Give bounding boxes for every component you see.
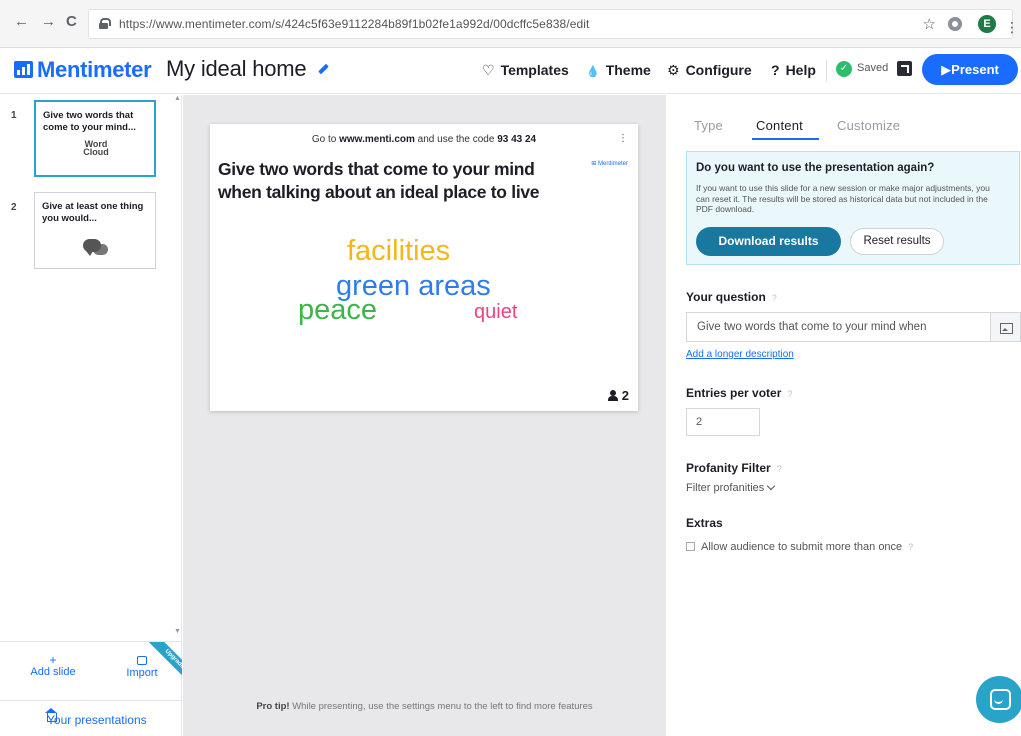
download-results-button[interactable]: Download results bbox=[696, 227, 841, 256]
lightbulb-icon: ♡ bbox=[482, 62, 495, 78]
word-cloud-icon: Word Cloud bbox=[83, 139, 109, 157]
mentimeter-logo-icon bbox=[14, 61, 33, 78]
header-divider bbox=[826, 60, 827, 82]
slides-sidebar: 1 Give two words that come to your mind.… bbox=[0, 95, 182, 736]
templates-button[interactable]: ♡ Templates bbox=[482, 60, 569, 80]
slide-number: 2 bbox=[11, 202, 17, 213]
slide-thumbnail-2[interactable]: 2 Give at least one thing you would... bbox=[0, 187, 170, 281]
chevron-down-icon bbox=[767, 481, 776, 491]
lock-icon bbox=[99, 18, 111, 29]
pro-tip: Pro tip! While presenting, use the setti… bbox=[256, 701, 593, 712]
allow-multiple-submissions-option[interactable]: Allow audience to submit more than once? bbox=[686, 541, 913, 553]
extension-icon[interactable] bbox=[948, 17, 962, 31]
help-icon[interactable]: ? bbox=[908, 542, 913, 552]
entries-per-voter-label: Entries per voter? bbox=[686, 386, 793, 400]
reload-button[interactable]: C bbox=[66, 14, 77, 30]
saved-status: Saved bbox=[857, 62, 889, 74]
slide-number: 1 bbox=[11, 110, 17, 121]
upgrade-ribbon[interactable]: Upgrade bbox=[140, 642, 182, 684]
bookmark-star-icon[interactable]: ☆ bbox=[923, 15, 936, 33]
extras-label: Extras bbox=[686, 516, 723, 530]
slide-menu-icon[interactable]: ⋮ bbox=[618, 133, 628, 144]
chat-bubbles-icon bbox=[83, 239, 101, 256]
tab-customize[interactable]: Customize bbox=[837, 118, 900, 133]
forward-button[interactable]: → bbox=[41, 14, 56, 30]
tab-type[interactable]: Type bbox=[694, 118, 723, 133]
present-button[interactable]: ▶Present bbox=[922, 54, 1018, 85]
image-upload-icon[interactable] bbox=[991, 312, 1021, 342]
help-icon[interactable]: ? bbox=[777, 464, 782, 474]
reuse-description: If you want to use this slide for a new … bbox=[696, 183, 990, 214]
saved-check-icon: ✓ bbox=[836, 61, 852, 77]
word-cloud-word: green areas bbox=[336, 270, 491, 302]
browser-toolbar: ← → C https://www.mentimeter.com/s/424c5… bbox=[0, 0, 1021, 48]
slide-question: Give two words that come to your mind wh… bbox=[218, 159, 540, 202]
voter-count: 2 bbox=[607, 388, 629, 403]
checkbox[interactable] bbox=[686, 542, 695, 551]
app-header: Mentimeter My ideal home ♡ Templates 💧 The… bbox=[0, 48, 1021, 94]
reset-results-button[interactable]: Reset results bbox=[850, 228, 944, 255]
url-text: https://www.mentimeter.com/s/424c5f63e91… bbox=[119, 17, 590, 31]
edit-pencil-icon[interactable] bbox=[318, 63, 329, 75]
fullscreen-icon[interactable] bbox=[897, 61, 912, 76]
brand-logo[interactable]: Mentimeter bbox=[37, 57, 152, 83]
your-presentations-link[interactable]: Your presentations bbox=[0, 700, 182, 736]
reuse-presentation-box: Do you want to use the presentation agai… bbox=[686, 151, 1020, 265]
tab-content[interactable]: Content bbox=[756, 118, 803, 133]
help-icon[interactable]: ? bbox=[772, 293, 777, 303]
gear-icon: ⚙ bbox=[667, 62, 680, 78]
slide-thumb[interactable]: Give at least one thing you would... bbox=[34, 192, 156, 269]
help-button[interactable]: ? Help bbox=[771, 60, 816, 80]
address-bar[interactable]: https://www.mentimeter.com/s/424c5f63e91… bbox=[88, 9, 1013, 39]
slide-thumb-title: Give two words that come to your mind... bbox=[43, 110, 136, 133]
active-tab-indicator bbox=[752, 138, 819, 140]
slide-thumbnail-1[interactable]: 1 Give two words that come to your mind.… bbox=[0, 95, 170, 189]
slide-canvas: Go to www.menti.com and use the code 93 … bbox=[183, 95, 666, 736]
configure-button[interactable]: ⚙ Configure bbox=[667, 60, 752, 80]
add-description-link[interactable]: Add a longer description bbox=[686, 349, 794, 360]
slide-list[interactable]: 1 Give two words that come to your mind.… bbox=[0, 95, 170, 645]
sidebar-scroll-down[interactable]: ▼ bbox=[174, 628, 181, 635]
word-cloud-word: facilities bbox=[347, 235, 451, 267]
join-instructions: Go to www.menti.com and use the code 93 … bbox=[311, 134, 537, 145]
presentation-title[interactable]: My ideal home bbox=[166, 56, 307, 82]
reuse-title: Do you want to use the presentation agai… bbox=[696, 162, 935, 174]
slide-thumb-title: Give at least one thing you would... bbox=[42, 201, 144, 224]
edit-panel: Type Content Customize Do you want to us… bbox=[667, 95, 1021, 736]
plus-icon: + bbox=[49, 653, 57, 667]
word-cloud-word: quiet bbox=[474, 301, 518, 323]
profanity-filter-select[interactable]: Filter profanities bbox=[686, 481, 776, 494]
entries-per-voter-input[interactable]: 2 bbox=[686, 408, 760, 436]
drop-icon: 💧 bbox=[586, 66, 600, 78]
support-chat-icon[interactable] bbox=[976, 676, 1021, 723]
theme-button[interactable]: 💧 Theme bbox=[586, 60, 651, 80]
slide-brand-logo: ⊞ Mentimeter bbox=[591, 161, 628, 167]
help-icon[interactable]: ? bbox=[787, 389, 792, 399]
sidebar-scroll-up[interactable]: ▲ bbox=[174, 95, 181, 102]
question-input[interactable]: Give two words that come to your mind wh… bbox=[686, 312, 991, 342]
sidebar-actions: + Add slide Import Upgrade Your presenta… bbox=[0, 641, 182, 736]
back-button[interactable]: ← bbox=[14, 14, 29, 30]
add-slide-button[interactable]: + Add slide bbox=[22, 654, 84, 678]
browser-menu-icon[interactable]: ⋮ bbox=[1005, 19, 1019, 36]
profile-avatar[interactable]: E bbox=[978, 15, 996, 33]
slide-thumb[interactable]: Give two words that come to your mind...… bbox=[34, 100, 156, 177]
person-icon bbox=[607, 390, 618, 401]
your-question-label: Your question? bbox=[686, 290, 777, 304]
slide-preview[interactable]: Go to www.menti.com and use the code 93 … bbox=[210, 124, 638, 411]
help-icon: ? bbox=[771, 62, 780, 78]
profanity-filter-label: Profanity Filter? bbox=[686, 461, 782, 475]
